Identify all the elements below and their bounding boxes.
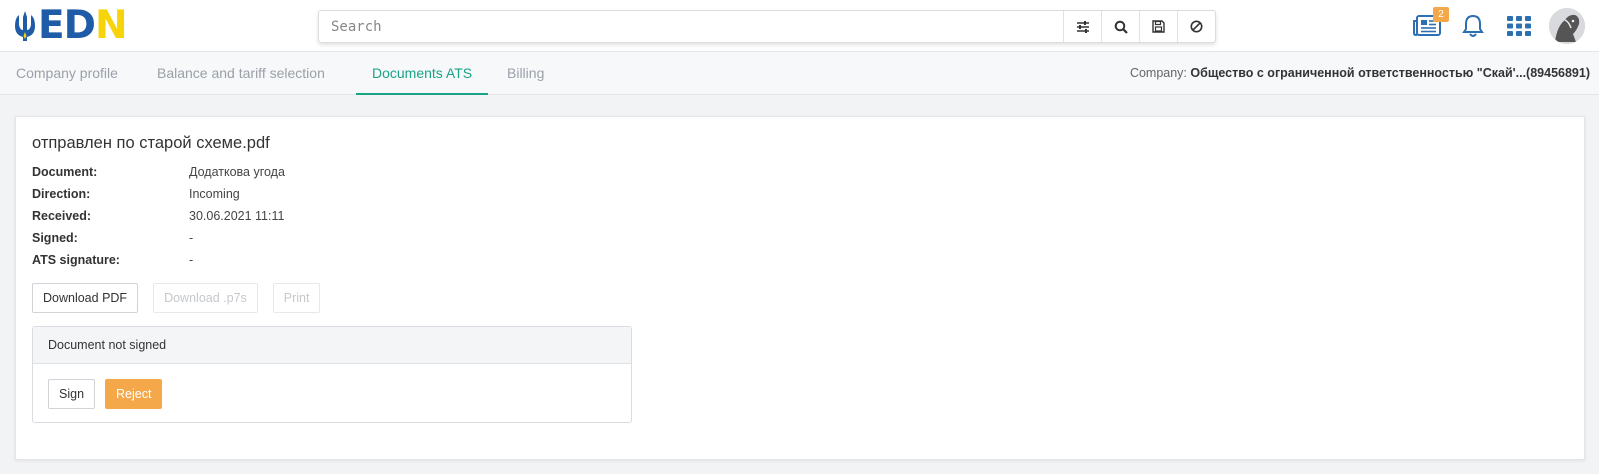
property-value: - [189,253,194,267]
apps-button[interactable] [1503,10,1535,42]
save-search-button[interactable] [1139,11,1177,42]
search-bar [318,10,1216,43]
avatar[interactable] [1549,8,1585,44]
header-actions: 2 [1397,7,1585,44]
search-button[interactable] [1101,11,1139,42]
property-value: - [189,231,194,245]
tab-documents-ats[interactable]: Documents ATS [356,52,489,95]
document-card: отправлен по старой схеме.pdf Document: Д… [15,116,1585,460]
property-label: Direction: [32,187,91,201]
sign-actions: Sign Reject [33,364,631,424]
company-info: Company: Общество с ограниченной ответст… [1130,52,1590,94]
document-actions: Download PDF Download .p7s Print [32,283,335,313]
clear-icon [1190,20,1203,33]
user-avatar-icon [1549,8,1585,44]
download-pdf-button[interactable]: Download PDF [32,283,139,313]
property-label: Signed: [32,231,78,245]
clear-search-button[interactable] [1177,11,1215,42]
company-name: Общество с ограниченной ответственностью… [1190,66,1590,80]
property-label: Document: [32,165,98,179]
tab-billing[interactable]: Billing [491,52,560,95]
property-row: Direction: Incoming [32,183,285,205]
property-row: Received: 30.06.2021 11:11 [32,205,285,227]
filter-icon [1076,20,1089,33]
company-label: Company: [1129,66,1187,80]
sign-panel: Document not signed Sign Reject [32,326,632,423]
document-properties: Document: Додаткова угода Direction: Incom… [32,161,285,271]
filter-button[interactable] [1063,11,1101,42]
download-p7s-button[interactable]: Download .p7s [153,283,258,313]
property-label: Received: [32,209,92,223]
property-row: Document: Додаткова угода [32,161,285,183]
print-button[interactable]: Print [272,283,321,313]
save-icon [1152,20,1165,33]
bell-icon [1462,14,1484,37]
trident-logo-icon [15,11,35,41]
property-value: Incoming [189,187,240,201]
logo[interactable]: EDN [14,3,128,48]
notifications-button[interactable] [1457,10,1489,42]
news-button[interactable]: 2 [1411,7,1449,42]
property-value: 30.06.2021 11:11 [189,209,285,223]
reject-button[interactable]: Reject [105,379,163,409]
tab-bar: Company profile Balance and tariff selec… [0,52,1599,95]
document-title: отправлен по старой схеме.pdf [32,134,270,152]
brand-text: EDN [38,3,128,48]
sign-status: Document not signed [33,327,631,364]
sign-button[interactable]: Sign [48,379,96,409]
property-value: Додаткова угода [189,165,285,179]
apps-grid-icon [1507,16,1531,36]
property-row: Signed: - [32,227,285,249]
news-badge: 2 [1433,7,1449,22]
tab-company-profile[interactable]: Company profile [0,52,134,95]
property-label: ATS signature: [32,253,120,267]
property-row: ATS signature: - [32,249,285,271]
search-input[interactable] [319,11,1063,42]
search-icon [1114,20,1128,34]
tab-balance-tariff[interactable]: Balance and tariff selection [141,52,341,95]
header: EDN 2 [0,0,1599,52]
